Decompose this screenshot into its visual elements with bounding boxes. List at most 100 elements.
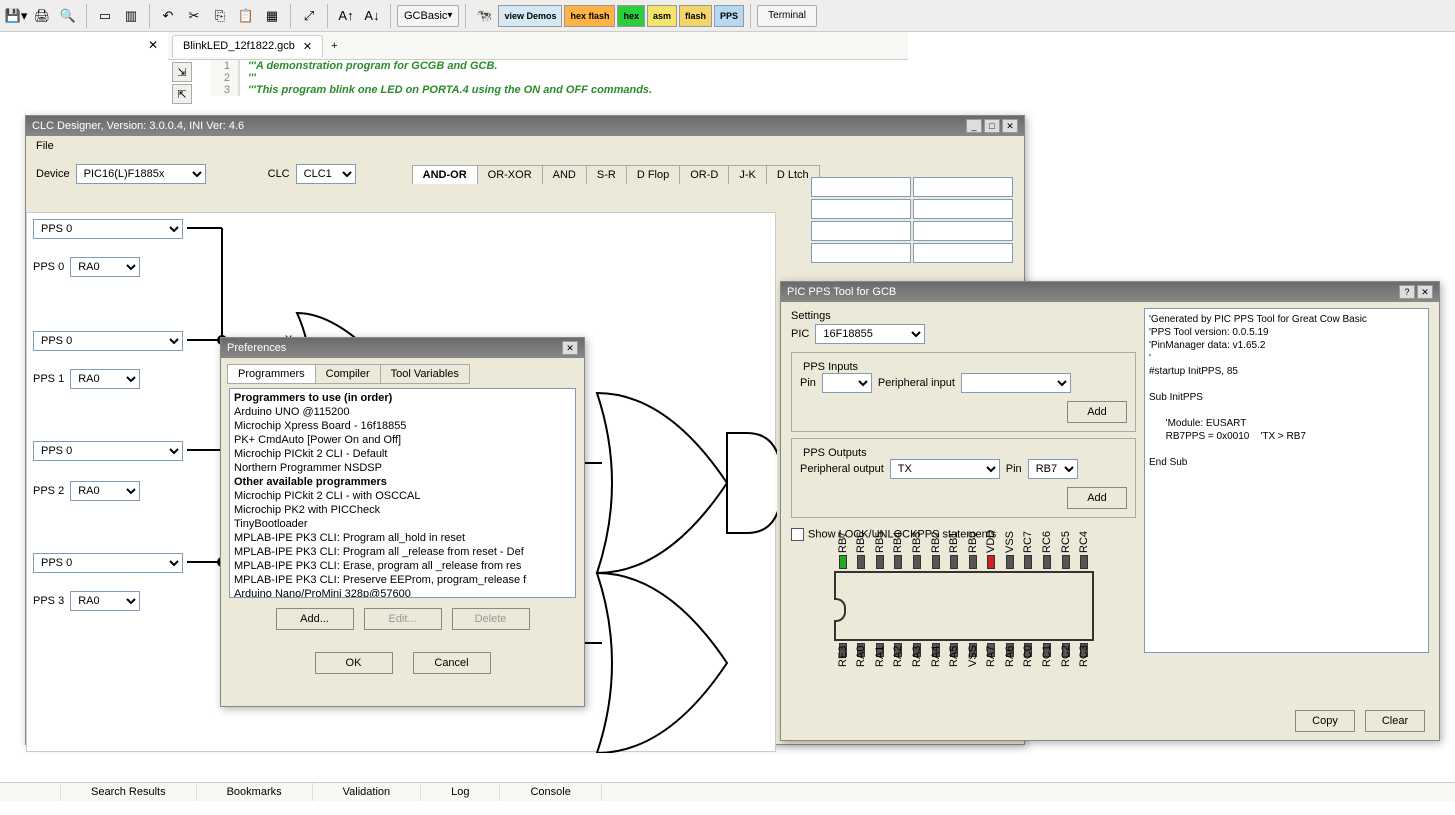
pps-sel-1[interactable]: PPS 0 — [33, 331, 183, 351]
clear-button[interactable]: Clear — [1365, 710, 1425, 732]
pref-close-icon[interactable]: ✕ — [562, 341, 578, 355]
tool1-icon[interactable]: ▭ — [93, 4, 117, 28]
showlock-checkbox[interactable] — [791, 528, 804, 541]
device-select[interactable]: PIC16(L)F1885x — [76, 164, 206, 184]
outbox-6[interactable] — [811, 243, 911, 263]
clc-titlebar[interactable]: CLC Designer, Version: 3.0.0.4, INI Ver:… — [26, 116, 1024, 136]
outbox-2[interactable] — [811, 199, 911, 219]
list-item[interactable]: MPLAB-IPE PK3 CLI: Program all_hold in r… — [232, 531, 573, 545]
pref-tab-compiler[interactable]: Compiler — [315, 364, 381, 384]
pps-periph-output-select[interactable]: TX — [890, 459, 1000, 479]
code-editor[interactable]: 1'''A demonstration program for GCGB and… — [210, 60, 908, 96]
cow-icon[interactable]: 🐄 — [472, 4, 496, 28]
list-item[interactable]: Microchip PICkit 2 CLI - with OSCCAL — [232, 489, 573, 503]
outbox-4[interactable] — [811, 221, 911, 241]
binoculars-icon[interactable]: 🔍 — [56, 4, 80, 28]
bottom-tab-bookmarks[interactable]: Bookmarks — [197, 783, 313, 801]
list-item[interactable]: Northern Programmer NSDSP — [232, 461, 573, 475]
hex-flash-button[interactable]: hex flash — [564, 5, 615, 27]
list-item[interactable]: MPLAB-IPE PK3 CLI: Preserve EEProm, prog… — [232, 573, 573, 587]
tab-and-or[interactable]: AND-OR — [412, 165, 478, 184]
tab-ord[interactable]: OR-D — [679, 165, 729, 184]
minimize-icon[interactable]: _ — [966, 119, 982, 133]
pps-pin-1[interactable]: RA0 — [70, 369, 140, 389]
list-item[interactable]: TinyBootloader — [232, 517, 573, 531]
list-item[interactable]: Arduino UNO @115200 — [232, 405, 573, 419]
font-down-icon[interactable]: A↓ — [360, 4, 384, 28]
pps-output-add-button[interactable]: Add — [1067, 487, 1127, 509]
bottom-tab-validation[interactable]: Validation — [313, 783, 422, 801]
list-item[interactable]: Microchip Xpress Board - 16f18855 — [232, 419, 573, 433]
view-demos-button[interactable]: view Demos — [498, 5, 562, 27]
close-icon[interactable]: ✕ — [1002, 119, 1018, 133]
outbox-1[interactable] — [913, 177, 1013, 197]
pps-help-icon[interactable]: ? — [1399, 285, 1415, 299]
clc-select[interactable]: CLC1 — [296, 164, 356, 184]
list-item[interactable]: Microchip PK2 with PICCheck — [232, 503, 573, 517]
editor-tab[interactable]: BlinkLED_12f1822.gcb ✕ — [172, 35, 323, 57]
print-icon[interactable]: 🖨 — [30, 4, 54, 28]
select-icon[interactable]: ▦ — [260, 4, 284, 28]
edit-button[interactable]: Edit... — [364, 608, 442, 630]
delete-button[interactable]: Delete — [452, 608, 530, 630]
undo-icon[interactable]: ↶ — [156, 4, 180, 28]
clc-file-menu[interactable]: File — [26, 136, 1024, 156]
pps-sel-3[interactable]: PPS 0 — [33, 553, 183, 573]
pps-input-add-button[interactable]: Add — [1067, 401, 1127, 423]
cut-icon[interactable]: ✂ — [182, 4, 206, 28]
list-item[interactable]: Microchip PICkit 2 CLI - Default — [232, 447, 573, 461]
maximize-icon[interactable]: □ — [984, 119, 1000, 133]
paste-icon[interactable]: 📋 — [234, 4, 258, 28]
bottom-tab-search[interactable]: Search Results — [61, 783, 197, 801]
save-dropdown-icon[interactable]: 💾▾ — [4, 4, 28, 28]
tab-dflop[interactable]: D Flop — [626, 165, 680, 184]
ok-button[interactable]: OK — [315, 652, 393, 674]
pps-button[interactable]: PPS — [714, 5, 744, 27]
tab-add-button[interactable]: + — [325, 38, 343, 54]
outbox-0[interactable] — [811, 177, 911, 197]
pps-sel-2[interactable]: PPS 0 — [33, 441, 183, 461]
outbox-5[interactable] — [913, 221, 1013, 241]
gutter-expand-icon[interactable]: ⇲ — [172, 62, 192, 82]
pps-close-icon[interactable]: ✕ — [1417, 285, 1433, 299]
tab-and[interactable]: AND — [542, 165, 587, 184]
bottom-tab-log[interactable]: Log — [421, 783, 500, 801]
tab-or-xor[interactable]: OR-XOR — [477, 165, 543, 184]
expand-icon[interactable]: ⤢ — [297, 4, 321, 28]
tab-close-icon[interactable]: ✕ — [303, 40, 312, 53]
pps-pin-2[interactable]: RA0 — [70, 481, 140, 501]
tab-jk[interactable]: J-K — [728, 165, 767, 184]
pps-output-pin-select[interactable]: RB7 — [1028, 459, 1078, 479]
tab-sr[interactable]: S-R — [586, 165, 627, 184]
pps-sel-0[interactable]: PPS 0 — [33, 219, 183, 239]
flash-button[interactable]: flash — [679, 5, 712, 27]
cancel-button[interactable]: Cancel — [413, 652, 491, 674]
font-up-icon[interactable]: A↑ — [334, 4, 358, 28]
outbox-3[interactable] — [913, 199, 1013, 219]
asm-button[interactable]: asm — [647, 5, 677, 27]
compiler-select[interactable]: GCBasic ▾ — [397, 5, 459, 27]
pps-titlebar[interactable]: PIC PPS Tool for GCB ? ✕ — [781, 282, 1439, 302]
pps-pin-3[interactable]: RA0 — [70, 591, 140, 611]
pref-tab-toolvars[interactable]: Tool Variables — [380, 364, 470, 384]
panel-close-icon[interactable]: ✕ — [148, 38, 158, 52]
pic-select[interactable]: 16F18855 — [815, 324, 925, 344]
pps-code-output[interactable]: 'Generated by PIC PPS Tool for Great Cow… — [1144, 308, 1429, 653]
add-button[interactable]: Add... — [276, 608, 354, 630]
pref-tab-programmers[interactable]: Programmers — [227, 364, 316, 384]
terminal-button[interactable]: Terminal — [757, 5, 817, 27]
copy-button[interactable]: Copy — [1295, 710, 1355, 732]
pps-periph-input-select[interactable] — [961, 373, 1071, 393]
pref-titlebar[interactable]: Preferences ✕ — [221, 338, 584, 358]
outbox-7[interactable] — [913, 243, 1013, 263]
programmers-list[interactable]: Programmers to use (in order) Arduino UN… — [229, 388, 576, 598]
list-item[interactable]: MPLAB-IPE PK3 CLI: Erase, program all _r… — [232, 559, 573, 573]
list-item[interactable]: Arduino Nano/ProMini 328p@57600 — [232, 587, 573, 598]
gutter-collapse-icon[interactable]: ⇱ — [172, 84, 192, 104]
pps-input-pin-select[interactable] — [822, 373, 872, 393]
pps-pin-0[interactable]: RA0 — [70, 257, 140, 277]
hex-button[interactable]: hex — [617, 5, 645, 27]
list-item[interactable]: PK+ CmdAuto [Power On and Off] — [232, 433, 573, 447]
list-item[interactable]: MPLAB-IPE PK3 CLI: Program all _release … — [232, 545, 573, 559]
tool2-icon[interactable]: ▥ — [119, 4, 143, 28]
